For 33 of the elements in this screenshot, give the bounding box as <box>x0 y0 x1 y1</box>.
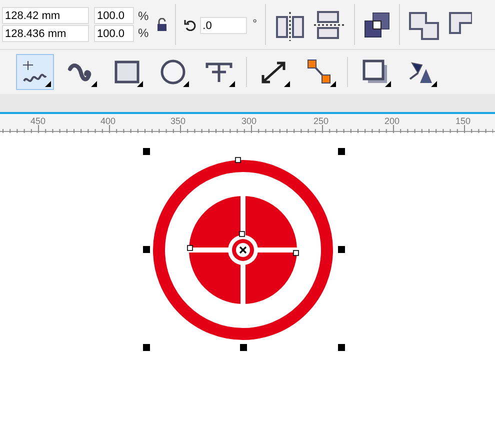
flyout-arrow-icon <box>137 81 143 87</box>
ruler-label: 450 <box>30 115 46 128</box>
flyout-arrow-icon <box>284 81 290 87</box>
drop-shadow-icon <box>360 59 390 85</box>
object-height-field[interactable]: 128.436 mm <box>2 25 89 42</box>
ruler-label: 250 <box>313 115 329 128</box>
flyout-arrow-icon <box>183 81 189 87</box>
scale-x-field[interactable]: 100.0 <box>94 7 134 24</box>
ruler-label: 350 <box>170 115 186 128</box>
flyout-arrow-icon <box>330 81 336 87</box>
center-cross-icon <box>239 246 247 254</box>
rotation-angle-field[interactable]: .0 <box>200 17 247 34</box>
ruler-label: 400 <box>100 115 116 128</box>
ruler-label: 200 <box>384 115 400 128</box>
tool-button[interactable] <box>16 54 54 90</box>
percent-unit: % <box>138 24 149 42</box>
mirror-vertical-icon[interactable] <box>314 8 346 40</box>
rotate-icon <box>184 18 196 30</box>
flyout-arrow-icon <box>385 81 391 87</box>
scale-y-field[interactable]: 100.0 <box>94 25 134 42</box>
object-width-field[interactable]: 128.42 mm <box>2 7 89 24</box>
percent-unit: % <box>138 8 149 24</box>
flyout-arrow-icon <box>431 81 437 87</box>
ruler-label: 300 <box>241 115 257 128</box>
rectangle-tool-icon <box>112 59 142 85</box>
flyout-arrow-icon <box>91 81 97 87</box>
unlocked-padlock-icon[interactable] <box>156 18 167 31</box>
flyout-arrow-icon <box>45 81 51 87</box>
flyout-arrow-icon <box>229 81 235 87</box>
degree-unit: ° <box>252 17 258 32</box>
ruler-label: 150 <box>455 115 471 128</box>
overlapping-squares-icon[interactable] <box>363 10 392 38</box>
ellipse-tool-icon <box>158 59 188 85</box>
